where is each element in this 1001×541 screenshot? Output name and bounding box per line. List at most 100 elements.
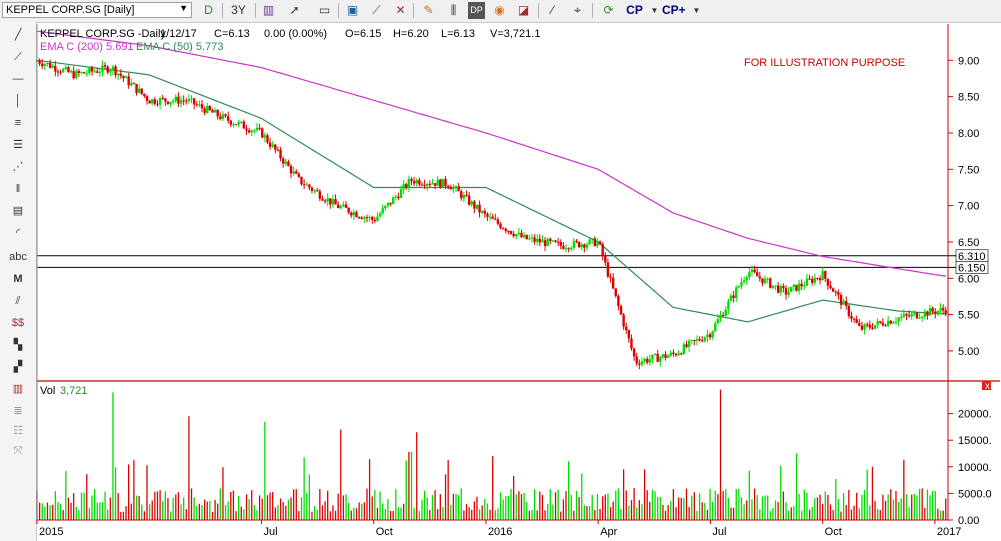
candle-body	[224, 114, 227, 117]
candle-body	[258, 127, 261, 129]
candle-body	[287, 161, 290, 167]
candle-body	[528, 238, 531, 240]
candle-body	[331, 199, 335, 205]
candle-body	[43, 64, 47, 67]
candle-body	[821, 271, 824, 281]
candle-body	[716, 319, 720, 324]
candle-body	[334, 199, 337, 205]
candle-body	[520, 232, 523, 238]
ohlc-open: O=6.15	[345, 28, 381, 40]
candle-body	[381, 208, 384, 214]
candle-body	[522, 234, 526, 238]
candle-body	[153, 99, 157, 104]
candle-body	[792, 284, 796, 287]
candle-body	[473, 201, 476, 209]
candle-body	[625, 326, 628, 331]
candle-body	[132, 83, 136, 85]
candle-body	[635, 356, 638, 364]
candle-body	[839, 294, 843, 305]
candle-body	[745, 277, 748, 281]
candle-body	[884, 325, 887, 327]
candle-body	[98, 71, 102, 73]
candle-body	[920, 316, 924, 318]
candle-body	[829, 285, 832, 289]
volume-tick-label: 10000.	[958, 462, 992, 474]
volume-tick-label: 5000.0	[958, 488, 992, 500]
candle-body	[164, 98, 167, 102]
candle-body	[347, 207, 350, 213]
candle-body	[507, 230, 510, 232]
candle-body	[399, 189, 403, 199]
candle-body	[850, 315, 853, 319]
candle-body	[266, 135, 269, 143]
candle-body	[813, 278, 817, 283]
candle-body	[171, 100, 175, 102]
candle-body	[936, 310, 940, 314]
ema50-label: EMA C (50) 5.773	[136, 41, 223, 53]
x-tick-label: 2015	[39, 526, 63, 538]
candle-body	[706, 334, 709, 338]
candle-body	[360, 217, 363, 219]
candle-body	[64, 67, 68, 69]
candle-body	[261, 128, 264, 138]
candle-body	[88, 67, 91, 74]
candle-body	[559, 242, 562, 246]
candle-body	[622, 314, 625, 327]
candle-body	[229, 120, 232, 125]
candle-body	[648, 359, 652, 363]
candle-body	[467, 195, 471, 205]
candle-body	[475, 204, 479, 209]
ohlc-high: H=6.20	[393, 28, 429, 40]
volume-label: Vol	[40, 385, 55, 397]
candle-body	[405, 184, 408, 188]
candle-body	[41, 63, 44, 67]
close-pane-icon[interactable]: x	[985, 381, 990, 392]
candle-body	[695, 339, 699, 341]
candle-body	[211, 110, 214, 113]
ohlc-low: L=6.13	[441, 28, 475, 40]
candle-body	[135, 83, 138, 93]
candle-body	[687, 340, 691, 347]
candle-body	[897, 317, 900, 322]
candle-body	[116, 73, 120, 76]
candle-body	[418, 179, 421, 185]
price-level-label: 6.150	[958, 262, 986, 274]
candle-body	[300, 176, 303, 185]
candle-body	[192, 98, 196, 105]
candle-body	[439, 179, 442, 188]
x-tick-label: Oct	[376, 526, 393, 538]
candle-body	[446, 185, 450, 188]
candle-body	[640, 361, 644, 365]
price-tick-label: 8.00	[958, 128, 979, 140]
candle-body	[355, 212, 358, 218]
candle-body	[373, 219, 377, 222]
candle-body	[659, 357, 662, 362]
candle-body	[541, 240, 544, 243]
candle-body	[915, 312, 919, 319]
candle-body	[137, 88, 141, 93]
candle-body	[564, 248, 568, 250]
candle-body	[253, 130, 256, 132]
candle-body	[601, 244, 604, 257]
candle-body	[54, 65, 57, 72]
candle-body	[454, 186, 458, 188]
candle-body	[486, 213, 489, 217]
candle-body	[263, 135, 267, 138]
candle-body	[308, 184, 311, 188]
candle-body	[75, 71, 78, 79]
candle-body	[674, 353, 678, 356]
candle-body	[295, 171, 298, 174]
candle-body	[907, 315, 911, 317]
candle-body	[491, 216, 494, 219]
candle-body	[816, 278, 819, 280]
candle-body	[606, 262, 610, 277]
candle-body	[879, 321, 882, 323]
candle-body	[766, 278, 769, 280]
candle-body	[714, 323, 717, 332]
candle-body	[787, 291, 790, 295]
price-tick-label: 9.00	[958, 55, 979, 67]
price-tick-label: 5.00	[958, 346, 979, 358]
candle-body	[530, 237, 534, 239]
chart-title: KEPPEL CORP.SG -Daily	[40, 28, 166, 40]
candle-body	[871, 327, 874, 329]
